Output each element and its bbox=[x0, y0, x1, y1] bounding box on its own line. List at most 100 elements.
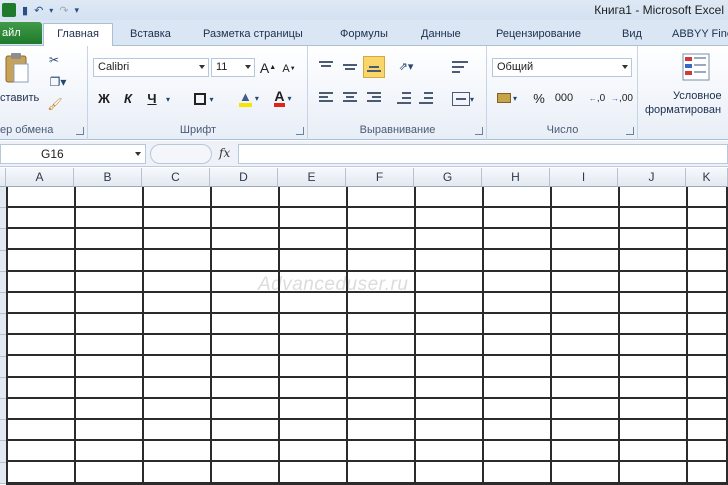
undo-icon[interactable]: ↶ bbox=[34, 4, 43, 17]
window-title: Книга1 - Microsoft Excel bbox=[594, 3, 724, 17]
tab-insert[interactable]: Вставка bbox=[130, 24, 171, 46]
merge-center-icon[interactable]: ▾ bbox=[449, 90, 477, 108]
orientation-icon[interactable]: ⇗▾ bbox=[393, 58, 419, 74]
save-icon[interactable]: ▮ bbox=[22, 4, 28, 17]
cell-border-line bbox=[346, 187, 348, 485]
clipboard-group-label: ер обмена bbox=[0, 124, 54, 136]
font-name-combo[interactable]: Calibri bbox=[93, 58, 209, 77]
decrease-indent-icon[interactable] bbox=[395, 90, 413, 106]
ribbon-tabs: айл Главная Вставка Разметка страницы Фо… bbox=[0, 20, 728, 47]
conditional-formatting-label-2[interactable]: форматирован bbox=[645, 104, 721, 116]
increase-decimal-button[interactable]: ← ,0 bbox=[586, 88, 608, 108]
title-bar: ▮ ↶ ▾ ↷ ▾ Книга1 - Microsoft Excel bbox=[0, 0, 728, 20]
column-header-f[interactable]: F bbox=[346, 168, 414, 187]
excel-logo-icon[interactable] bbox=[2, 3, 16, 17]
tab-file[interactable]: айл bbox=[0, 22, 42, 44]
font-size-value: 11 bbox=[216, 61, 228, 73]
cell-border-line bbox=[482, 187, 484, 485]
formula-input[interactable] bbox=[238, 144, 728, 164]
decrease-decimal-button[interactable]: → ,00 bbox=[610, 88, 634, 108]
grow-font-icon[interactable]: A ▲ bbox=[259, 58, 277, 77]
increase-indent-icon[interactable] bbox=[417, 90, 435, 106]
number-format-value: Общий bbox=[497, 61, 534, 73]
name-box[interactable]: G16 bbox=[0, 144, 146, 164]
paste-icon[interactable] bbox=[2, 50, 32, 88]
number-launcher-icon[interactable] bbox=[626, 127, 634, 135]
cell-border-line bbox=[686, 187, 688, 485]
cell-border-line bbox=[278, 187, 280, 485]
cell-border-line bbox=[74, 187, 76, 485]
column-header-c[interactable]: C bbox=[142, 168, 210, 187]
font-size-combo[interactable]: 11 bbox=[211, 58, 255, 77]
italic-button[interactable]: К bbox=[119, 88, 137, 108]
number-group: Общий ▾ % 000 ← ,0 → ,00 Число bbox=[488, 46, 638, 140]
column-header-g[interactable]: G bbox=[414, 168, 482, 187]
align-center-icon[interactable] bbox=[341, 90, 359, 106]
alignment-group-label: Выравнивание bbox=[359, 124, 436, 136]
tab-page-layout[interactable]: Разметка страницы bbox=[203, 24, 303, 46]
column-header-j[interactable]: J bbox=[618, 168, 686, 187]
conditional-formatting-icon[interactable] bbox=[681, 52, 711, 82]
currency-format-icon[interactable]: ▾ bbox=[492, 88, 522, 108]
font-group-label: Шрифт bbox=[179, 124, 217, 136]
insert-function-button[interactable]: fx bbox=[219, 146, 230, 160]
font-name-value: Calibri bbox=[98, 61, 130, 73]
cell-border-line bbox=[414, 187, 416, 485]
customize-qat-icon[interactable]: ▾ bbox=[75, 5, 80, 16]
column-header-b[interactable]: B bbox=[74, 168, 142, 187]
number-format-combo[interactable]: Общий bbox=[492, 58, 632, 77]
wrap-text-icon[interactable] bbox=[449, 58, 471, 76]
underline-button[interactable]: Ч bbox=[143, 88, 161, 108]
align-top-icon[interactable] bbox=[317, 58, 335, 74]
percent-button[interactable]: % bbox=[530, 88, 548, 108]
format-painter-icon[interactable]: 🖌 bbox=[46, 96, 64, 112]
column-header-d[interactable]: D bbox=[210, 168, 278, 187]
tab-home[interactable]: Главная bbox=[43, 23, 113, 47]
conditional-formatting-label-1[interactable]: Условное bbox=[673, 90, 722, 102]
name-box-value: G16 bbox=[41, 147, 64, 161]
fill-color-icon[interactable]: ▲ ▾ bbox=[235, 88, 263, 108]
borders-icon[interactable]: ▾ bbox=[191, 90, 217, 108]
font-group: Calibri 11 A ▲ A ▼ Ж К Ч ▾ ▾ ▲ ▾ A ▾ Шрифт bbox=[89, 46, 308, 140]
redo-icon[interactable]: ↷ bbox=[59, 4, 68, 17]
column-header-a[interactable]: A bbox=[6, 168, 74, 187]
cell-border-line bbox=[618, 187, 620, 485]
shrink-font-icon[interactable]: A ▼ bbox=[281, 60, 297, 77]
align-middle-icon[interactable] bbox=[341, 58, 359, 74]
column-header-h[interactable]: H bbox=[482, 168, 550, 187]
paste-button-label[interactable]: ставить bbox=[0, 92, 39, 104]
number-group-label: Число bbox=[546, 124, 579, 136]
tab-view[interactable]: Вид bbox=[622, 24, 642, 46]
undo-dropdown-icon[interactable]: ▾ bbox=[49, 6, 53, 15]
clipboard-launcher-icon[interactable] bbox=[76, 127, 84, 135]
thousands-separator-button[interactable]: 000 bbox=[552, 88, 576, 108]
cut-icon[interactable]: ✂ bbox=[46, 52, 62, 68]
align-bottom-icon[interactable] bbox=[363, 56, 385, 78]
font-launcher-icon[interactable] bbox=[296, 127, 304, 135]
column-header-k[interactable]: K bbox=[686, 168, 728, 187]
underline-dropdown-icon[interactable]: ▾ bbox=[163, 92, 173, 106]
cell-border-line bbox=[6, 187, 8, 485]
cell-border-line bbox=[210, 187, 212, 485]
tab-data[interactable]: Данные bbox=[421, 24, 461, 46]
align-left-icon[interactable] bbox=[317, 90, 335, 106]
cell-border-line bbox=[142, 187, 144, 485]
quick-access-toolbar: ▮ ↶ ▾ ↷ ▾ bbox=[0, 1, 79, 19]
styles-group: Условное форматирован bbox=[639, 46, 728, 140]
font-color-icon[interactable]: A ▾ bbox=[269, 88, 297, 108]
tab-formulas[interactable]: Формулы bbox=[340, 24, 388, 46]
cell-border-line bbox=[550, 187, 552, 485]
alignment-launcher-icon[interactable] bbox=[475, 127, 483, 135]
bold-button[interactable]: Ж bbox=[95, 88, 113, 108]
formula-bar-resize-handle[interactable] bbox=[150, 144, 212, 164]
column-header-i[interactable]: I bbox=[550, 168, 618, 187]
column-header-e[interactable]: E bbox=[278, 168, 346, 187]
tab-abbyy[interactable]: ABBYY Fine bbox=[672, 24, 728, 46]
formula-bar: G16 fx bbox=[0, 141, 728, 167]
tab-review[interactable]: Рецензирование bbox=[496, 24, 581, 46]
copy-icon[interactable]: ❐▾ bbox=[46, 74, 70, 90]
clipboard-group: ставить ✂ ❐▾ 🖌 ер обмена bbox=[0, 46, 88, 140]
align-right-icon[interactable] bbox=[365, 90, 383, 106]
alignment-group: ⇗▾ ▾ Выравнивание bbox=[309, 46, 487, 140]
worksheet-grid[interactable]: Advanceduser.ru ABCDEFGHIJK bbox=[0, 168, 728, 485]
